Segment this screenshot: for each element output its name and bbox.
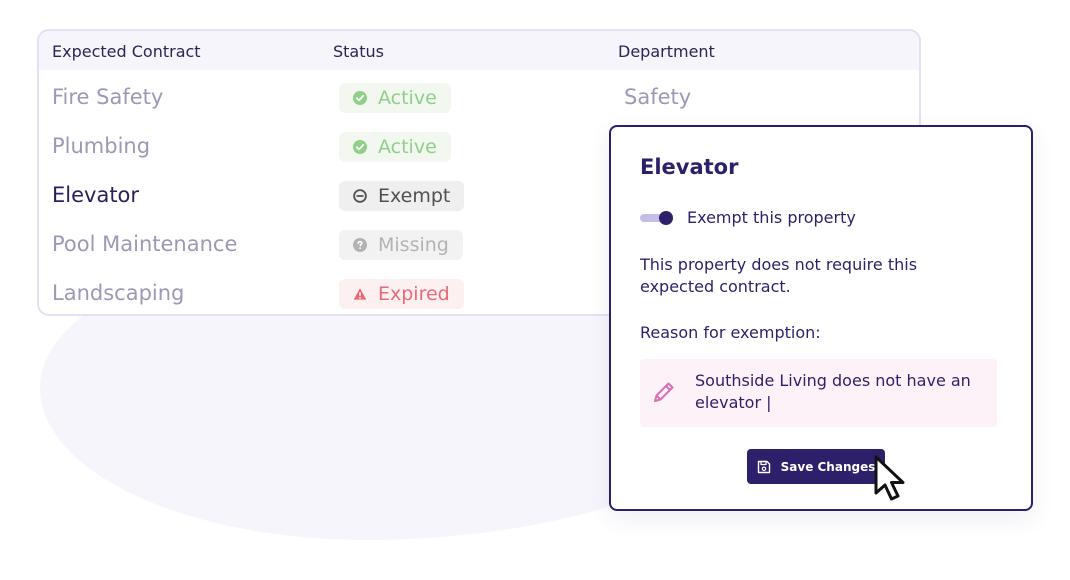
contract-name: Elevator xyxy=(52,183,140,207)
reason-text: Southside Living does not have an elevat… xyxy=(695,371,971,412)
check-circle-icon xyxy=(353,91,367,105)
exemption-description: This property does not require this expe… xyxy=(640,255,918,296)
department-name: Safety xyxy=(624,85,692,109)
reason-input[interactable]: Southside Living does not have an elevat… xyxy=(640,359,997,427)
contract-name: Pool Maintenance xyxy=(52,232,238,256)
check-circle-icon xyxy=(353,140,367,154)
pencil-icon xyxy=(651,379,677,409)
status-label: Active xyxy=(378,136,437,158)
status-badge: Missing xyxy=(339,230,463,260)
warning-triangle-icon xyxy=(353,287,367,301)
status-label: Missing xyxy=(378,234,449,256)
status-label: Expired xyxy=(378,283,450,305)
header-expected-contract: Expected Contract xyxy=(52,42,201,61)
mouse-pointer-icon xyxy=(874,455,908,507)
status-label: Active xyxy=(378,87,437,109)
save-changes-button[interactable]: Save Changes xyxy=(747,449,885,484)
toggle-knob xyxy=(659,211,673,225)
status-badge: Active xyxy=(339,132,451,162)
header-department: Department xyxy=(618,42,715,61)
header-status: Status xyxy=(333,42,384,61)
table-header: Expected Contract Status Department xyxy=(39,31,919,70)
floppy-disk-icon xyxy=(757,460,771,474)
status-badge: Active xyxy=(339,83,451,113)
contract-name: Plumbing xyxy=(52,134,151,158)
reason-label: Reason for exemption: xyxy=(640,323,821,342)
exempt-toggle-label: Exempt this property xyxy=(687,208,856,227)
contract-name: Fire Safety xyxy=(52,85,164,109)
status-badge: Expired xyxy=(339,279,464,309)
exemption-popover: Elevator Exempt this property This prope… xyxy=(609,125,1033,511)
save-changes-label: Save Changes xyxy=(780,459,876,474)
exempt-toggle[interactable] xyxy=(640,210,674,226)
popover-title: Elevator xyxy=(640,155,739,179)
contract-name: Landscaping xyxy=(52,281,185,305)
minus-circle-icon xyxy=(353,189,367,203)
question-circle-icon xyxy=(353,238,367,252)
status-label: Exempt xyxy=(378,185,451,207)
status-badge: Exempt xyxy=(339,181,465,211)
